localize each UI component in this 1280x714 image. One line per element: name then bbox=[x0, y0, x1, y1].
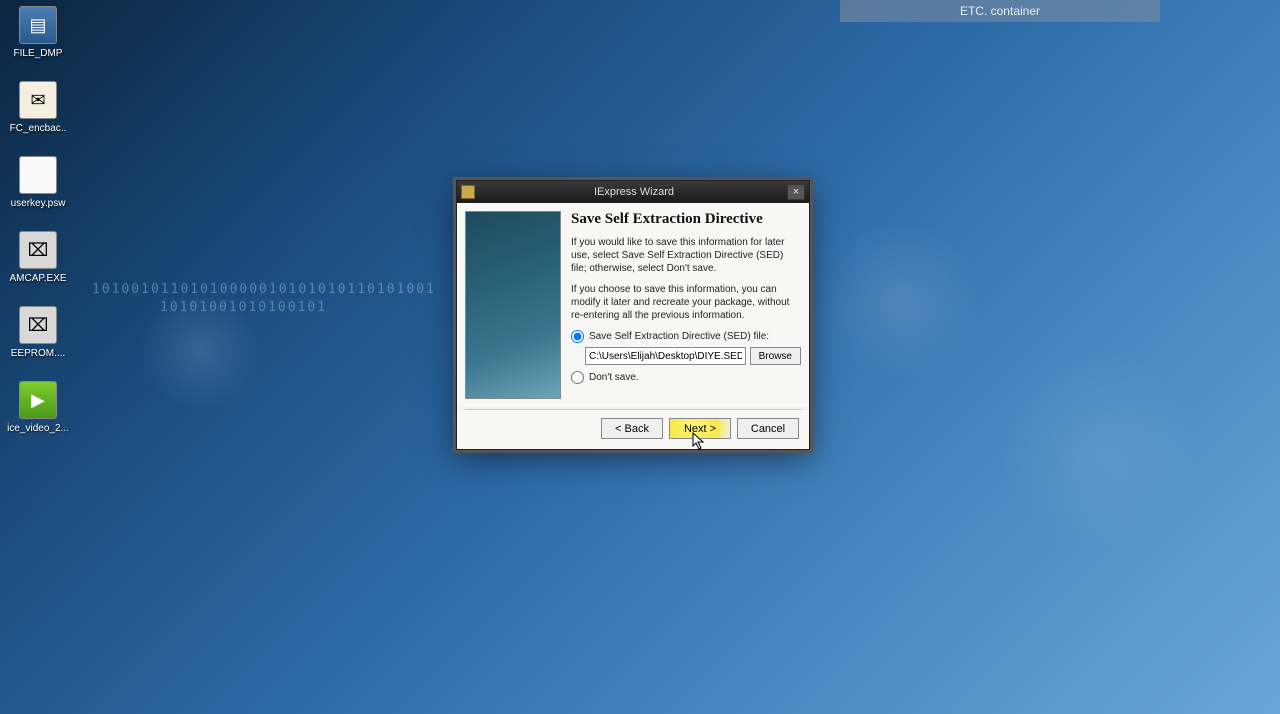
fc-encbac-label: FC_encbac.. bbox=[10, 123, 67, 134]
wallpaper-binary-2: 10101001010100101 bbox=[160, 300, 327, 315]
back-button[interactable]: < Back bbox=[601, 418, 663, 439]
radio-dont-label: Don't save. bbox=[589, 372, 639, 383]
wizard-body: Save Self Extraction Directive If you wo… bbox=[457, 203, 809, 407]
window-title-remote: ETC. container bbox=[840, 0, 1160, 22]
radio-dont-save[interactable] bbox=[571, 371, 584, 384]
wallpaper-binary-1: 10100101101010000010101010110101001 bbox=[92, 282, 436, 297]
ice-video-label: ice_video_2... bbox=[7, 423, 69, 434]
amcap-icon: ⌧ bbox=[19, 231, 57, 269]
wizard-app-icon bbox=[461, 185, 475, 199]
ice-video-icon: ▶ bbox=[19, 381, 57, 419]
wizard-titlebar[interactable]: IExpress Wizard × bbox=[457, 181, 809, 203]
path-row: Browse bbox=[585, 347, 801, 365]
browse-button[interactable]: Browse bbox=[750, 347, 801, 365]
close-icon[interactable]: × bbox=[787, 184, 805, 200]
sed-path-input[interactable] bbox=[585, 347, 746, 365]
wizard-heading: Save Self Extraction Directive bbox=[571, 211, 801, 228]
userkey-icon bbox=[19, 156, 57, 194]
desktop-icon-file-dmp[interactable]: ▤ FILE_DMP bbox=[6, 6, 70, 59]
wizard-para-1: If you would like to save this informati… bbox=[571, 236, 801, 275]
eeprom-label: EEPROM.... bbox=[11, 348, 65, 359]
radio-dont-row[interactable]: Don't save. bbox=[571, 371, 801, 384]
fc-encbac-icon: ✉ bbox=[19, 81, 57, 119]
desktop-icon-ice-video[interactable]: ▶ ice_video_2... bbox=[6, 381, 70, 434]
radio-save[interactable] bbox=[571, 330, 584, 343]
desktop-icon-amcap[interactable]: ⌧ AMCAP.EXE bbox=[6, 231, 70, 284]
userkey-label: userkey.psw bbox=[11, 198, 66, 209]
cancel-button[interactable]: Cancel bbox=[737, 418, 799, 439]
radio-save-row[interactable]: Save Self Extraction Directive (SED) fil… bbox=[571, 330, 801, 343]
wizard-content: Save Self Extraction Directive If you wo… bbox=[571, 211, 801, 399]
file-dmp-icon: ▤ bbox=[19, 6, 57, 44]
next-button[interactable]: Next > bbox=[669, 418, 731, 439]
amcap-label: AMCAP.EXE bbox=[9, 273, 66, 284]
desktop-icon-userkey[interactable]: userkey.psw bbox=[6, 156, 70, 209]
desktop-icons: ▤ FILE_DMP ✉ FC_encbac.. userkey.psw ⌧ AMCAP.E… bbox=[6, 6, 70, 434]
wizard-buttons: < Back Next > Cancel bbox=[457, 410, 809, 449]
wizard-title: IExpress Wizard bbox=[481, 186, 787, 198]
iexpress-wizard-dialog: IExpress Wizard × Save Self Extraction D… bbox=[456, 180, 810, 450]
radio-save-label: Save Self Extraction Directive (SED) fil… bbox=[589, 331, 769, 342]
file-dmp-label: FILE_DMP bbox=[14, 48, 63, 59]
desktop-icon-eeprom[interactable]: ⌧ EEPROM.... bbox=[6, 306, 70, 359]
eeprom-icon: ⌧ bbox=[19, 306, 57, 344]
wizard-side-image bbox=[465, 211, 561, 399]
wizard-para-2: If you choose to save this information, … bbox=[571, 283, 801, 322]
desktop-icon-fc-encbac[interactable]: ✉ FC_encbac.. bbox=[6, 81, 70, 134]
